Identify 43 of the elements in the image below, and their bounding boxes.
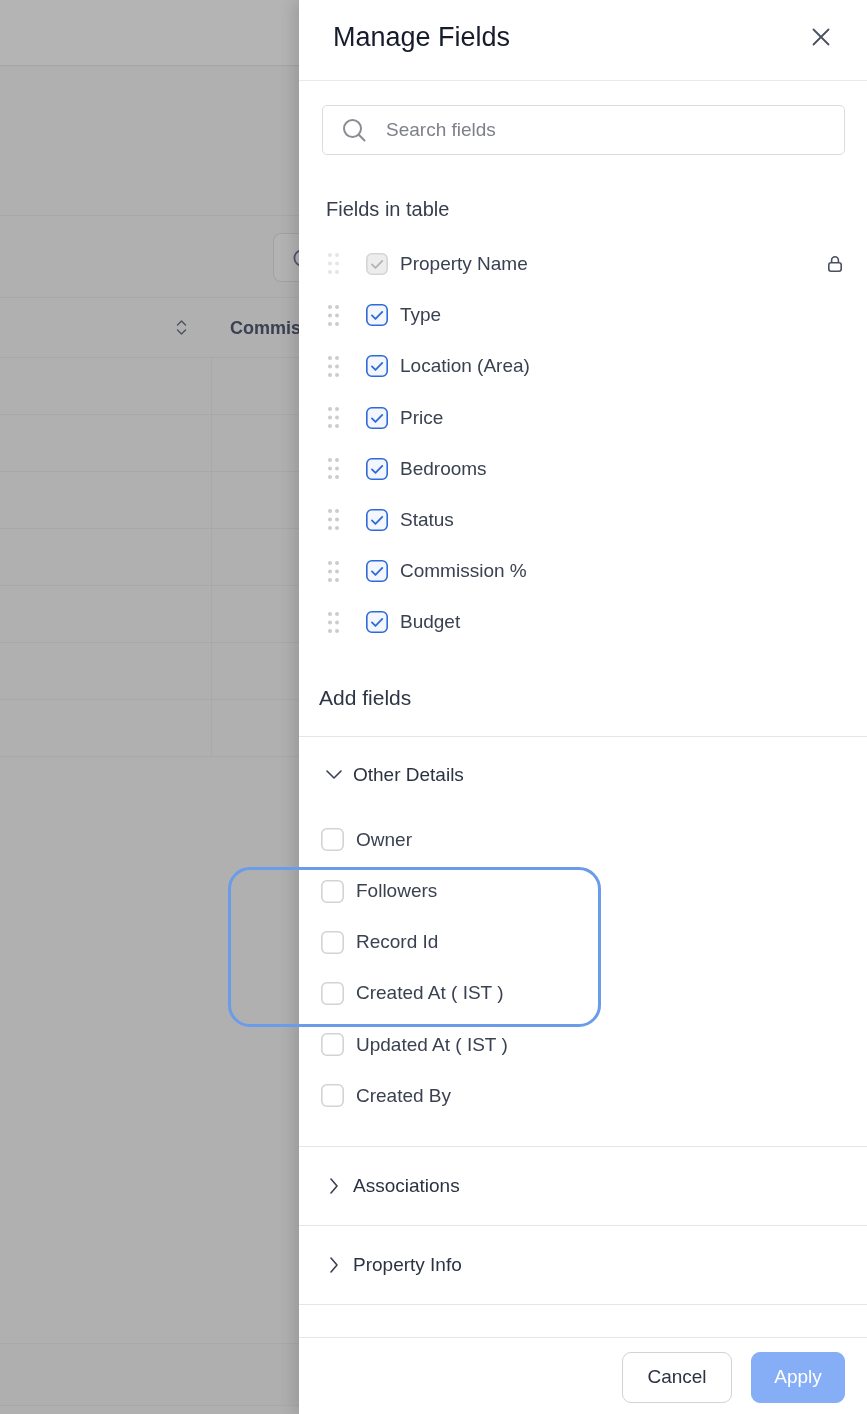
section-toggle[interactable]: Property Info (299, 1225, 867, 1304)
field-label: Record Id (356, 930, 439, 955)
sort-icon[interactable] (176, 319, 187, 336)
field-label: Type (400, 303, 442, 328)
field-label: Price (400, 405, 444, 430)
field-label: Updated At ( IST ) (356, 1032, 508, 1057)
checkbox[interactable] (366, 406, 388, 429)
field-label: Created By (356, 1083, 452, 1108)
drag-handle-icon[interactable] (328, 611, 339, 633)
drag-handle-icon[interactable] (328, 407, 339, 429)
drag-handle-icon[interactable] (328, 560, 339, 582)
field-label: Bedrooms (400, 456, 487, 481)
checkbox[interactable] (366, 457, 388, 480)
field-label: Owner (356, 827, 412, 852)
field-label: Status (400, 507, 454, 532)
checkbox[interactable] (366, 611, 388, 634)
search-field[interactable]: Search fields (322, 105, 845, 155)
checkbox[interactable] (366, 355, 388, 378)
checkbox[interactable] (366, 508, 388, 531)
field-label: Followers (356, 879, 438, 904)
field-label: Property Name (400, 252, 528, 276)
drag-handle-icon[interactable] (328, 355, 339, 377)
field-label: Budget (400, 610, 461, 635)
cancel-button[interactable]: Cancel (622, 1352, 732, 1403)
toolbar-button[interactable] (273, 233, 299, 282)
drag-handle-icon[interactable] (328, 509, 339, 531)
drag-handle-icon[interactable] (328, 458, 339, 480)
section-title: Add fields (319, 684, 412, 711)
checkbox[interactable] (366, 560, 388, 583)
drag-handle-icon (328, 253, 339, 275)
section-toggle[interactable]: Associations (299, 1146, 867, 1225)
column-header: Commis (230, 316, 301, 340)
field-label: Commission % (400, 559, 527, 584)
drag-handle-icon[interactable] (328, 304, 339, 326)
field-label: Location (Area) (400, 354, 530, 379)
section-title: Fields in table (326, 197, 450, 222)
checkbox[interactable] (366, 304, 388, 327)
close-button[interactable] (812, 28, 830, 46)
close-icon (812, 28, 830, 46)
panel-title: Manage Fields (333, 21, 511, 54)
section-toggle[interactable]: Other Details (299, 736, 867, 788)
search-icon (342, 118, 366, 142)
field-label: Created At ( IST ) (356, 981, 504, 1006)
